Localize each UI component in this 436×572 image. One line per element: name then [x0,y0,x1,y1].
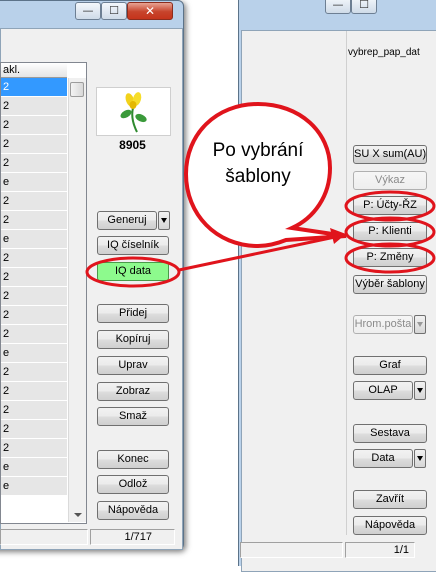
table-row[interactable]: e [1,230,67,249]
table-row[interactable]: e [1,477,67,496]
data-dropdown-button[interactable] [414,449,426,468]
maximize-button-right[interactable]: ☐ [351,0,377,14]
vertical-scrollbar[interactable] [68,78,86,522]
uprav-button[interactable]: Uprav [97,356,169,375]
table-row[interactable]: 2 [1,135,67,154]
minimize-button[interactable]: — [75,2,101,20]
records-table[interactable]: akl. 22222e22e22222e22222ee [0,62,87,524]
table-row[interactable]: 2 [1,439,67,458]
table-row[interactable]: 2 [1,287,67,306]
table-row[interactable]: 2 [1,97,67,116]
table-row[interactable]: e [1,173,67,192]
klienti-button[interactable]: P: Klienti [353,222,427,241]
smaz-button[interactable]: Smaž [97,407,169,426]
maximize-button[interactable]: ☐ [101,2,127,20]
table-row[interactable]: e [1,458,67,477]
record-counter-right: 1/1 [345,542,415,558]
table-row[interactable]: 2 [1,363,67,382]
napoveda-button-left[interactable]: Nápověda [97,501,169,520]
scrollbar-thumb[interactable] [70,82,84,97]
table-row[interactable]: 2 [1,325,67,344]
template-path-label: vybrep_pap_dat [348,47,420,58]
hrom-posta-dropdown-button[interactable] [414,315,426,334]
odloz-button[interactable]: Odlož [97,475,169,494]
vykaz-button[interactable]: Výkaz [353,171,427,190]
table-row[interactable]: 2 [1,420,67,439]
ucty-rz-button[interactable]: P: Účty-ŘZ [353,196,427,215]
zavrit-button[interactable]: Zavřít [353,490,427,509]
konec-button[interactable]: Konec [97,450,169,469]
record-counter: 1/717 [90,529,175,545]
table-row[interactable]: 2 [1,211,67,230]
table-row[interactable]: 2 [1,154,67,173]
close-button[interactable]: ✕ [127,2,173,20]
callout-text: Po vybrání šablony [200,138,316,190]
app-logo [96,87,171,136]
iq-data-button[interactable]: IQ data [97,262,169,281]
generuj-button[interactable]: Generuj [97,211,157,230]
maximize-icon-right: ☐ [359,0,369,11]
table-row[interactable]: 2 [1,268,67,287]
kopiruj-button[interactable]: Kopíruj [97,330,169,349]
graf-button[interactable]: Graf [353,356,427,375]
table-row[interactable]: 2 [1,382,67,401]
table-row[interactable]: 2 [1,401,67,420]
pridej-button[interactable]: Přidej [97,304,169,323]
flower-logo-icon [120,92,147,133]
data-button[interactable]: Data [353,449,413,468]
vyber-sablony-button[interactable]: Výběr šablony [353,275,427,294]
zobraz-button[interactable]: Zobraz [97,382,169,401]
olap-button[interactable]: OLAP [353,381,413,400]
minimize-icon: — [82,4,94,17]
minimize-icon-right: — [332,0,344,11]
scroll-down-arrow-icon[interactable] [74,513,82,517]
sestava-button[interactable]: Sestava [353,424,427,443]
iq-ciselnik-button[interactable]: IQ číselník [97,236,169,255]
column-header-akl[interactable]: akl. [1,63,67,78]
right-content-panel [242,31,347,535]
table-row[interactable]: 2 [1,192,67,211]
table-row[interactable]: 2 [1,249,67,268]
su-x-sum-button[interactable]: SU X sum(AU) [353,145,427,164]
callout-line-2: šablony [225,166,291,187]
generuj-dropdown-button[interactable] [158,211,170,230]
close-icon: ✕ [144,4,156,18]
olap-dropdown-button[interactable] [414,381,426,400]
callout-line-1: Po vybrání [212,140,304,161]
napoveda-button-right[interactable]: Nápověda [353,516,427,535]
table-row[interactable]: 2 [1,78,67,97]
status-field-empty [0,529,88,545]
zmeny-button[interactable]: P: Změny [353,248,427,267]
table-row[interactable]: 2 [1,306,67,325]
table-row[interactable]: 2 [1,116,67,135]
minimize-button-right[interactable]: — [325,0,351,14]
status-field-right-empty [240,542,343,558]
hrom-posta-button[interactable]: Hrom.pošta [353,315,413,334]
maximize-icon: ☐ [109,4,119,17]
logo-number: 8905 [119,138,146,152]
table-row[interactable]: e [1,344,67,363]
